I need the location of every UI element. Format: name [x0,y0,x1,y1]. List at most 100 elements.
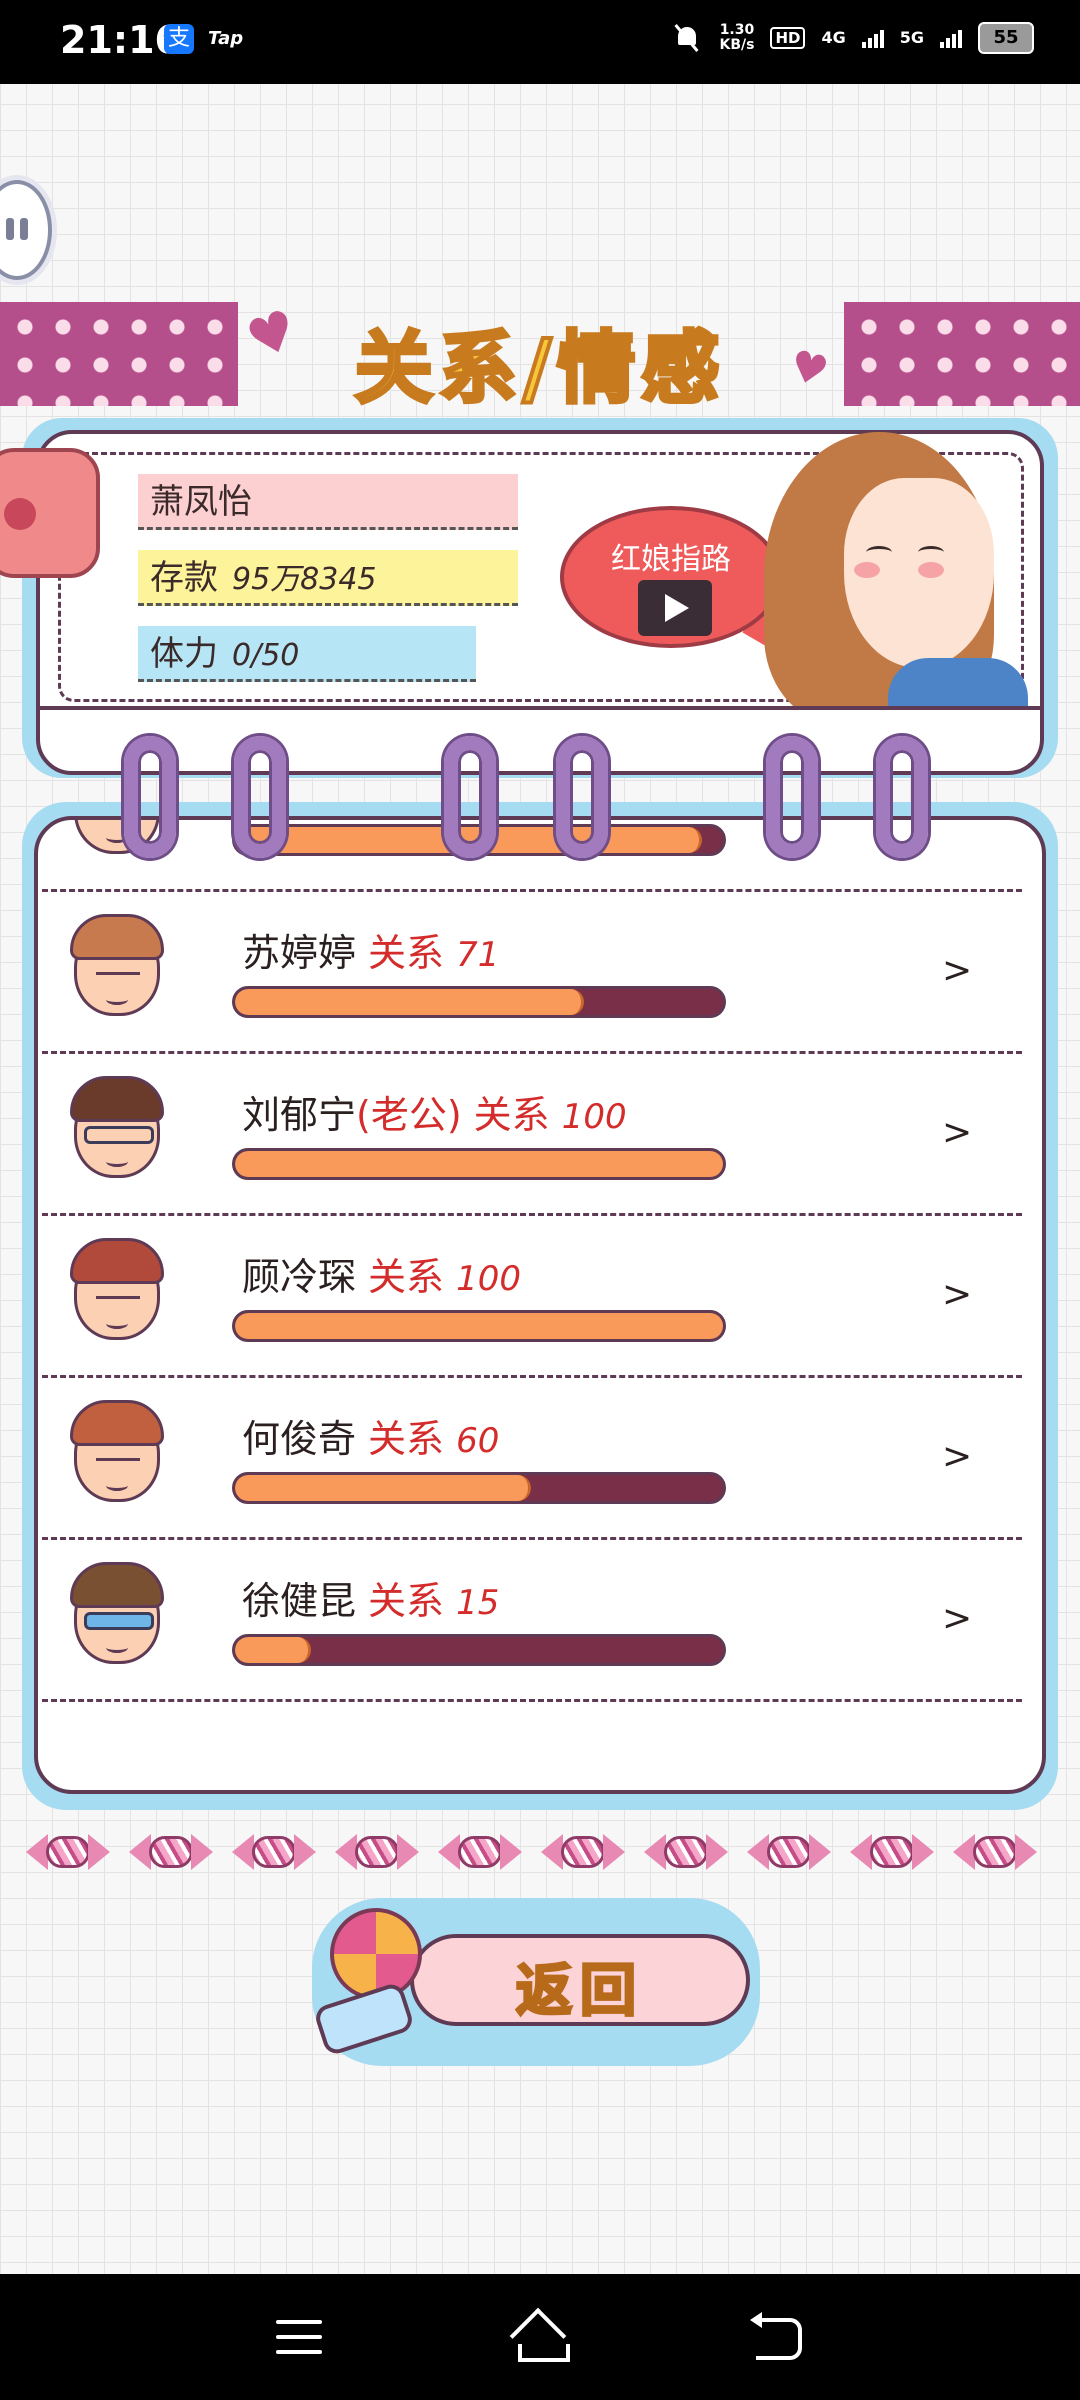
relationship-label: 关系 71 [368,931,499,975]
status-time: 21:16 [60,18,181,62]
pause-icon[interactable] [0,180,52,280]
candy-icon [848,1828,936,1876]
relationship-progress-bar [232,1148,726,1180]
chevron-right-icon[interactable]: > [942,950,972,991]
back-icon[interactable] [750,2312,802,2360]
side-tab-button[interactable] [0,448,100,578]
matchmaker-avatar [748,426,1038,706]
stamina-field: 体力 0/50 [138,626,476,682]
savings-label: 存款 [150,558,218,598]
relationship-text: 关系 [368,1417,445,1461]
character-avatar [66,1074,166,1184]
binder-ring [124,736,176,858]
chevron-right-icon[interactable]: > [942,1112,972,1153]
character-name-line: 顾冷琛 关系 100 [242,1246,521,1301]
binder-ring [444,736,496,858]
character-name: 何俊奇 [242,1417,357,1461]
binder-ring [234,736,286,858]
relationship-progress-bar [232,1310,726,1342]
network-4g-label: 4G [821,28,846,47]
character-avatar [66,912,166,1022]
network-speed: 1.30 KB/s [719,23,754,53]
relationship-label: 关系 100 [368,1255,521,1299]
relationship-value: 100 [456,1259,522,1299]
relationship-label: 关系 100 [474,1093,627,1137]
relationship-text: 关系 [368,1579,445,1623]
mute-bell-icon [673,23,703,53]
candy-icon [642,1828,730,1876]
chevron-right-icon[interactable]: > [942,820,972,829]
relationship-list[interactable]: >苏婷婷关系 71>刘郁宁(老公)关系 100>顾冷琛关系 100>何俊奇关系 … [34,816,1046,1794]
status-bar: 21:16 支 Tap 1.30 KB/s HD 4G 5G 55 [0,0,1080,84]
back-button-label: 返回 [515,1958,644,2026]
relationship-row[interactable]: 苏婷婷 关系 71 > [42,892,1022,1054]
character-avatar [66,1236,166,1346]
status-icons: 1.30 KB/s HD 4G 5G 55 [673,22,1034,54]
relationship-value: 71 [456,935,500,975]
relationship-label: 关系 15 [368,1579,499,1623]
profile-divider [36,706,1044,710]
page-title: 关系/情感 [353,322,726,416]
relationship-text: 关系 [473,1093,550,1137]
relationship-text: 关系 [368,931,445,975]
binder-ring [876,736,928,858]
relationship-row[interactable]: 顾冷琛 关系 100 > [42,1216,1022,1378]
relationship-value: 60 [456,1421,500,1461]
candy-icon [745,1828,833,1876]
relationship-progress-bar [232,1472,726,1504]
lollipop-icon [312,1900,434,2060]
matchmaker-label: 红娘指路 [611,542,731,577]
signal-5g-icon [940,28,962,48]
network-speed-unit: KB/s [719,37,755,53]
relationship-progress-fill [235,1637,312,1663]
chevron-right-icon[interactable]: > [942,1436,972,1477]
video-play-icon [638,580,712,636]
savings-value: 95万8345 [232,562,377,597]
binder-ring [766,736,818,858]
relationship-progress-bar [232,1634,726,1666]
character-avatar [66,1560,166,1670]
chevron-right-icon[interactable]: > [942,1598,972,1639]
system-nav-bar [0,2274,1080,2400]
character-name: 苏婷婷 [242,931,357,975]
candy-icon [24,1828,112,1876]
hd-icon: HD [770,27,806,49]
relationship-row[interactable]: 何俊奇 关系 60 > [42,1378,1022,1540]
character-name: 刘郁宁 [242,1093,357,1137]
relationship-text: 关系 [368,1255,445,1299]
candy-icon [333,1828,421,1876]
stamina-label: 体力 [150,634,218,674]
relationship-row[interactable]: 徐健昆 关系 15 > [42,1540,1022,1702]
character-name-line: 刘郁宁(老公) 关系 100 [242,1084,627,1139]
relationship-value: 100 [561,1097,627,1137]
player-name: 萧凤怡 [138,474,518,530]
home-icon[interactable] [509,2307,570,2365]
character-name-line: 何俊奇 关系 60 [242,1408,499,1463]
candy-decoration-row [24,1828,1064,1880]
character-avatar [66,1398,166,1508]
candy-icon [127,1828,215,1876]
taptap-icon: Tap [208,28,244,49]
menu-icon[interactable] [276,2320,322,2356]
relationship-progress-fill [235,1313,723,1339]
candy-icon [436,1828,524,1876]
character-name: 顾冷琛 [242,1255,357,1299]
character-name-line: 徐健昆 关系 15 [242,1570,499,1625]
character-name-line: 苏婷婷 关系 71 [242,922,499,977]
candy-icon [539,1828,627,1876]
relationship-progress-fill [235,989,585,1015]
signal-4g-icon [861,28,884,48]
alipay-icon: 支 [164,24,194,54]
network-5g-label: 5G [899,28,924,47]
chevron-right-icon[interactable]: > [942,1274,972,1315]
relationship-row[interactable]: 刘郁宁(老公) 关系 100 > [42,1054,1022,1216]
candy-icon [230,1828,318,1876]
stamina-value: 0/50 [232,638,300,673]
relationship-progress-fill [235,1151,723,1177]
relationship-label: 关系 60 [368,1417,499,1461]
relationship-progress-bar [232,986,726,1018]
relationship-value: 15 [456,1583,500,1623]
back-button[interactable]: 返回 [410,1934,750,2026]
player-name-value: 萧凤怡 [150,482,252,522]
relationship-row[interactable]: > [42,820,1022,892]
